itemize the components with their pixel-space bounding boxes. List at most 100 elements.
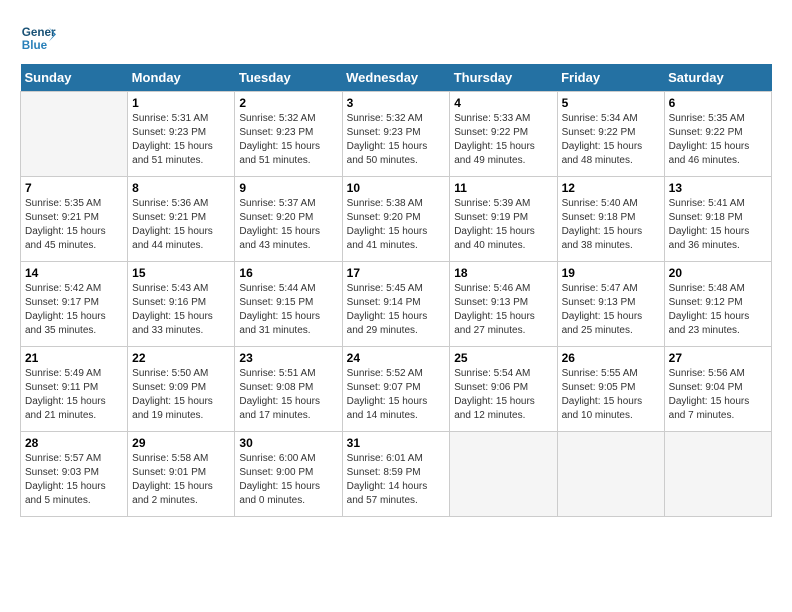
day-info: Sunrise: 5:41 AM Sunset: 9:18 PM Dayligh… (669, 197, 767, 253)
day-info: Sunrise: 5:55 AM Sunset: 9:05 PM Dayligh… (562, 367, 660, 423)
calendar-cell: 20Sunrise: 5:48 AM Sunset: 9:12 PM Dayli… (664, 262, 771, 347)
day-number: 13 (669, 181, 767, 195)
day-info: Sunrise: 5:36 AM Sunset: 9:21 PM Dayligh… (132, 197, 230, 253)
day-info: Sunrise: 5:37 AM Sunset: 9:20 PM Dayligh… (239, 197, 337, 253)
day-info: Sunrise: 5:32 AM Sunset: 9:23 PM Dayligh… (239, 112, 337, 168)
calendar-week-row-4: 21 Sunrise: 5:49 AM Sunset: 9:11 PM Dayli… (21, 347, 772, 432)
calendar-cell: 17 Sunrise: 5:45 AM Sunset: 9:14 PM Dayli… (342, 262, 450, 347)
day-number: 27 (669, 351, 767, 365)
day-info: Sunrise: 5:50 AM Sunset: 9:09 PM Dayligh… (132, 367, 230, 423)
calendar-cell (664, 432, 771, 517)
calendar-header-thursday: Thursday (450, 64, 557, 92)
calendar-cell: 6Sunrise: 5:35 AM Sunset: 9:22 PM Daylig… (664, 92, 771, 177)
day-number: 15 (132, 266, 230, 280)
day-info: Sunrise: 5:42 AM Sunset: 9:17 PM Dayligh… (25, 282, 123, 338)
day-number: 21 (25, 351, 123, 365)
day-info: Sunrise: 5:39 AM Sunset: 9:19 PM Dayligh… (454, 197, 552, 253)
calendar-cell: 30Sunrise: 6:00 AM Sunset: 9:00 PM Dayli… (235, 432, 342, 517)
calendar-cell: 3Sunrise: 5:32 AM Sunset: 9:23 PM Daylig… (342, 92, 450, 177)
day-number: 12 (562, 181, 660, 195)
calendar-header-row: SundayMondayTuesdayWednesdayThursdayFrid… (21, 64, 772, 92)
day-number: 25 (454, 351, 552, 365)
day-number: 9 (239, 181, 337, 195)
day-info: Sunrise: 5:46 AM Sunset: 9:13 PM Dayligh… (454, 282, 552, 338)
day-info: Sunrise: 5:56 AM Sunset: 9:04 PM Dayligh… (669, 367, 767, 423)
day-number: 2 (239, 96, 337, 110)
day-info: Sunrise: 5:35 AM Sunset: 9:22 PM Dayligh… (669, 112, 767, 168)
calendar-cell: 19 Sunrise: 5:47 AM Sunset: 9:13 PM Dayli… (557, 262, 664, 347)
calendar-header-friday: Friday (557, 64, 664, 92)
day-number: 20 (669, 266, 767, 280)
day-number: 28 (25, 436, 123, 450)
calendar-cell: 11Sunrise: 5:39 AM Sunset: 9:19 PM Dayli… (450, 177, 557, 262)
calendar-cell: 28 Sunrise: 5:57 AM Sunset: 9:03 PM Dayli… (21, 432, 128, 517)
calendar-cell: 2 Sunrise: 5:32 AM Sunset: 9:23 PM Daylig… (235, 92, 342, 177)
calendar-header-sunday: Sunday (21, 64, 128, 92)
calendar-cell: 10 Sunrise: 5:38 AM Sunset: 9:20 PM Dayli… (342, 177, 450, 262)
day-number: 7 (25, 181, 123, 195)
calendar-week-row-5: 28 Sunrise: 5:57 AM Sunset: 9:03 PM Dayli… (21, 432, 772, 517)
day-info: Sunrise: 5:47 AM Sunset: 9:13 PM Dayligh… (562, 282, 660, 338)
general-blue-logo-icon: General Blue (20, 20, 56, 56)
calendar-cell (450, 432, 557, 517)
day-number: 18 (454, 266, 552, 280)
day-number: 26 (562, 351, 660, 365)
calendar-cell: 21 Sunrise: 5:49 AM Sunset: 9:11 PM Dayli… (21, 347, 128, 432)
day-number: 4 (454, 96, 552, 110)
day-number: 23 (239, 351, 337, 365)
calendar-cell: 15 Sunrise: 5:43 AM Sunset: 9:16 PM Dayli… (128, 262, 235, 347)
calendar-cell: 22 Sunrise: 5:50 AM Sunset: 9:09 PM Dayli… (128, 347, 235, 432)
day-info: Sunrise: 5:58 AM Sunset: 9:01 PM Dayligh… (132, 452, 230, 508)
logo: General Blue (20, 20, 60, 56)
day-info: Sunrise: 5:57 AM Sunset: 9:03 PM Dayligh… (25, 452, 123, 508)
day-info: Sunrise: 5:52 AM Sunset: 9:07 PM Dayligh… (347, 367, 446, 423)
calendar-cell: 12 Sunrise: 5:40 AM Sunset: 9:18 PM Dayli… (557, 177, 664, 262)
calendar-cell: 9 Sunrise: 5:37 AM Sunset: 9:20 PM Daylig… (235, 177, 342, 262)
day-info: Sunrise: 5:45 AM Sunset: 9:14 PM Dayligh… (347, 282, 446, 338)
day-info: Sunrise: 5:34 AM Sunset: 9:22 PM Dayligh… (562, 112, 660, 168)
day-info: Sunrise: 5:40 AM Sunset: 9:18 PM Dayligh… (562, 197, 660, 253)
day-number: 5 (562, 96, 660, 110)
day-number: 22 (132, 351, 230, 365)
calendar-cell: 14 Sunrise: 5:42 AM Sunset: 9:17 PM Dayli… (21, 262, 128, 347)
calendar-cell (557, 432, 664, 517)
calendar-cell: 31Sunrise: 6:01 AM Sunset: 8:59 PM Dayli… (342, 432, 450, 517)
calendar-cell: 7 Sunrise: 5:35 AM Sunset: 9:21 PM Daylig… (21, 177, 128, 262)
day-number: 10 (347, 181, 446, 195)
calendar-cell: 5 Sunrise: 5:34 AM Sunset: 9:22 PM Daylig… (557, 92, 664, 177)
calendar-table: SundayMondayTuesdayWednesdayThursdayFrid… (20, 64, 772, 517)
day-number: 30 (239, 436, 337, 450)
calendar-cell: 25Sunrise: 5:54 AM Sunset: 9:06 PM Dayli… (450, 347, 557, 432)
calendar-cell: 4Sunrise: 5:33 AM Sunset: 9:22 PM Daylig… (450, 92, 557, 177)
calendar-week-row-3: 14 Sunrise: 5:42 AM Sunset: 9:17 PM Dayli… (21, 262, 772, 347)
calendar-cell: 8 Sunrise: 5:36 AM Sunset: 9:21 PM Daylig… (128, 177, 235, 262)
day-info: Sunrise: 5:38 AM Sunset: 9:20 PM Dayligh… (347, 197, 446, 253)
calendar-header-saturday: Saturday (664, 64, 771, 92)
calendar-cell: 18 Sunrise: 5:46 AM Sunset: 9:13 PM Dayli… (450, 262, 557, 347)
day-number: 16 (239, 266, 337, 280)
calendar-cell: 26 Sunrise: 5:55 AM Sunset: 9:05 PM Dayli… (557, 347, 664, 432)
calendar-cell: 23Sunrise: 5:51 AM Sunset: 9:08 PM Dayli… (235, 347, 342, 432)
calendar-header-monday: Monday (128, 64, 235, 92)
calendar-cell: 1 Sunrise: 5:31 AM Sunset: 9:23 PM Daylig… (128, 92, 235, 177)
calendar-cell: 16 Sunrise: 5:44 AM Sunset: 9:15 PM Dayli… (235, 262, 342, 347)
calendar-week-row-1: 1 Sunrise: 5:31 AM Sunset: 9:23 PM Daylig… (21, 92, 772, 177)
day-number: 14 (25, 266, 123, 280)
calendar-cell: 29Sunrise: 5:58 AM Sunset: 9:01 PM Dayli… (128, 432, 235, 517)
calendar-header-wednesday: Wednesday (342, 64, 450, 92)
day-number: 3 (347, 96, 446, 110)
day-number: 8 (132, 181, 230, 195)
svg-text:General: General (22, 26, 56, 39)
day-number: 19 (562, 266, 660, 280)
day-info: Sunrise: 6:01 AM Sunset: 8:59 PM Dayligh… (347, 452, 446, 508)
calendar-header-tuesday: Tuesday (235, 64, 342, 92)
calendar-week-row-2: 7 Sunrise: 5:35 AM Sunset: 9:21 PM Daylig… (21, 177, 772, 262)
day-number: 17 (347, 266, 446, 280)
day-info: Sunrise: 5:49 AM Sunset: 9:11 PM Dayligh… (25, 367, 123, 423)
day-number: 1 (132, 96, 230, 110)
day-info: Sunrise: 5:43 AM Sunset: 9:16 PM Dayligh… (132, 282, 230, 338)
day-info: Sunrise: 5:35 AM Sunset: 9:21 PM Dayligh… (25, 197, 123, 253)
day-info: Sunrise: 5:44 AM Sunset: 9:15 PM Dayligh… (239, 282, 337, 338)
day-info: Sunrise: 5:31 AM Sunset: 9:23 PM Dayligh… (132, 112, 230, 168)
calendar-cell (21, 92, 128, 177)
